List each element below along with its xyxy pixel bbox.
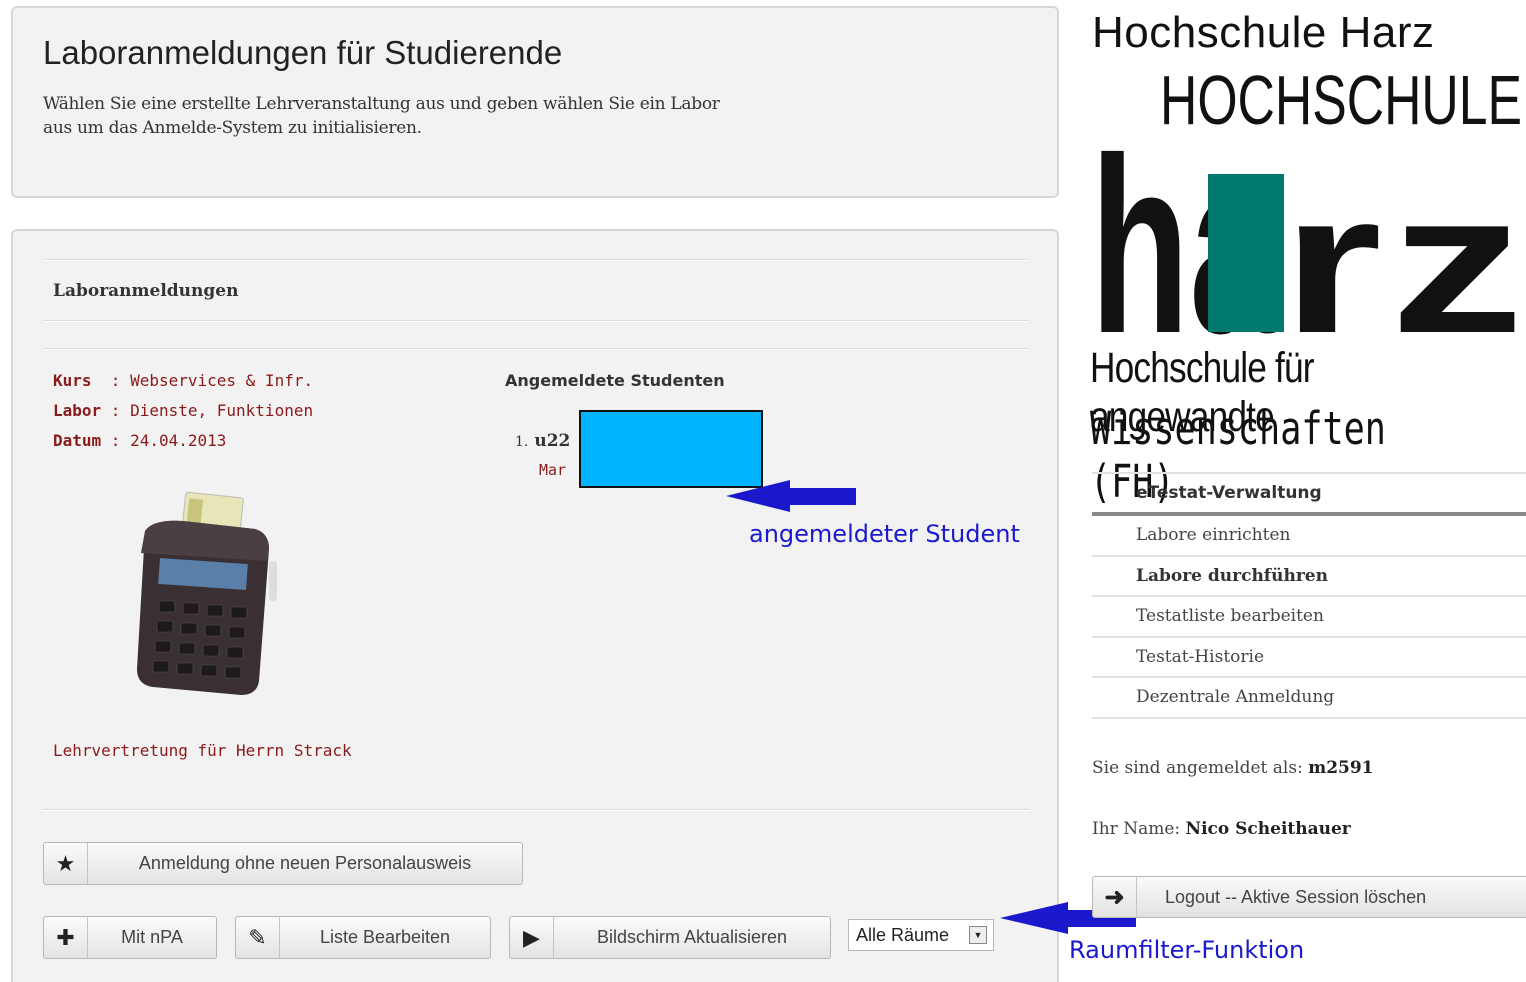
section-heading: Laboranmeldungen	[53, 281, 239, 301]
student-number: 1.	[515, 434, 529, 450]
card-reader-image	[137, 491, 277, 695]
info-course-value: : Webservices & Infr.	[101, 371, 314, 390]
info-date-value: : 24.04.2013	[101, 431, 227, 450]
sidebar-item-testat-list[interactable]: Testatliste bearbeiten	[1092, 597, 1526, 638]
divider	[43, 320, 1029, 322]
student-id: u22	[534, 431, 571, 451]
star-icon: ★	[44, 843, 88, 884]
plus-icon: ✚	[44, 917, 88, 958]
info-date-key: Datum	[53, 431, 102, 450]
logo-title: Hochschule Harz	[1092, 8, 1435, 57]
info-course: Kurs : Webservices & Infr.	[53, 371, 313, 390]
user-name: Ihr Name: Nico Scheithauer	[1092, 819, 1351, 839]
info-lab-key: Labor	[53, 401, 102, 420]
nav-heading: eTestat-Verwaltung	[1092, 472, 1526, 516]
student-list-item: 1. u22	[515, 431, 570, 451]
info-lab-value: : Dienste, Funktionen	[101, 401, 314, 420]
divider	[43, 259, 1029, 261]
npa-label: Mit nPA	[121, 927, 183, 947]
student-annotation-arrow	[726, 480, 856, 512]
name-label: Ihr Name:	[1092, 819, 1186, 839]
chevron-down-icon[interactable]: ▼	[969, 926, 987, 944]
intro-panel: Laboranmeldungen für Studierende Wählen …	[11, 6, 1059, 198]
login-value: m2591	[1308, 758, 1374, 778]
student-detail: Mar	[539, 461, 567, 479]
info-lab: Labor : Dienste, Funktionen	[53, 401, 313, 420]
arrow-right-icon: ➜	[1093, 877, 1137, 917]
name-value: Nico Scheithauer	[1185, 819, 1351, 839]
play-icon: ▶	[510, 917, 554, 958]
logged-in-as: Sie sind angemeldet als: m2591	[1092, 758, 1374, 778]
filter-annotation-label: Raumfilter-Funktion	[1069, 936, 1305, 964]
substitute-note: Lehrvertretung für Herrn Strack	[53, 741, 352, 760]
sidebar-nav: eTestat-Verwaltung Labore einrichten Lab…	[1092, 472, 1526, 719]
lab-registrations-panel: Laboranmeldungen Kurs : Webservices & In…	[11, 229, 1059, 982]
student-annotation-label: angemeldeter Student	[749, 520, 1020, 548]
info-date: Datum : 24.04.2013	[53, 431, 226, 450]
logo-mark-z: z	[1390, 152, 1524, 338]
login-label: Sie sind angemeldet als:	[1092, 758, 1309, 778]
room-filter-value: Alle Räume	[856, 924, 950, 945]
students-heading: Angemeldete Studenten	[505, 371, 725, 390]
redaction-box	[579, 410, 763, 488]
register-without-id-button[interactable]: ★ Anmeldung ohne neuen Personalausweis	[43, 842, 523, 885]
edit-list-button[interactable]: ✎ Liste Bearbeiten	[235, 916, 491, 959]
npa-button[interactable]: ✚ Mit nPA	[43, 916, 217, 959]
register-without-id-label: Anmeldung ohne neuen Personalausweis	[138, 853, 472, 873]
divider	[43, 809, 1029, 811]
divider	[43, 348, 1029, 350]
info-course-key: Kurs	[53, 371, 102, 390]
page-title: Laboranmeldungen für Studierende	[43, 34, 563, 71]
intro-description: Wählen Sie eine erstellte Lehrveranstalt…	[43, 94, 720, 138]
sidebar-item-labs-run[interactable]: Labore durchführen	[1092, 557, 1526, 597]
logout-label: Logout -- Aktive Session löschen	[1165, 886, 1427, 907]
refresh-screen-label: Bildschirm Aktualisieren	[596, 927, 788, 947]
refresh-screen-button[interactable]: ▶ Bildschirm Aktualisieren	[509, 916, 831, 959]
room-filter-select[interactable]: Alle Räume ▼	[848, 919, 994, 951]
logo-mark-r: r	[1282, 152, 1382, 338]
sidebar-item-decentral-registration[interactable]: Dezentrale Anmeldung	[1092, 678, 1526, 719]
sidebar-item-labs-setup[interactable]: Labore einrichten	[1092, 516, 1526, 557]
pencil-icon: ✎	[236, 917, 280, 958]
hochschule-harz-logo: HOCHSCHULE ha r z	[1090, 62, 1524, 338]
edit-list-label: Liste Bearbeiten	[319, 927, 451, 947]
sidebar-item-testat-history[interactable]: Testat-Historie	[1092, 638, 1526, 678]
logout-button[interactable]: ➜ Logout -- Aktive Session löschen	[1092, 876, 1526, 918]
